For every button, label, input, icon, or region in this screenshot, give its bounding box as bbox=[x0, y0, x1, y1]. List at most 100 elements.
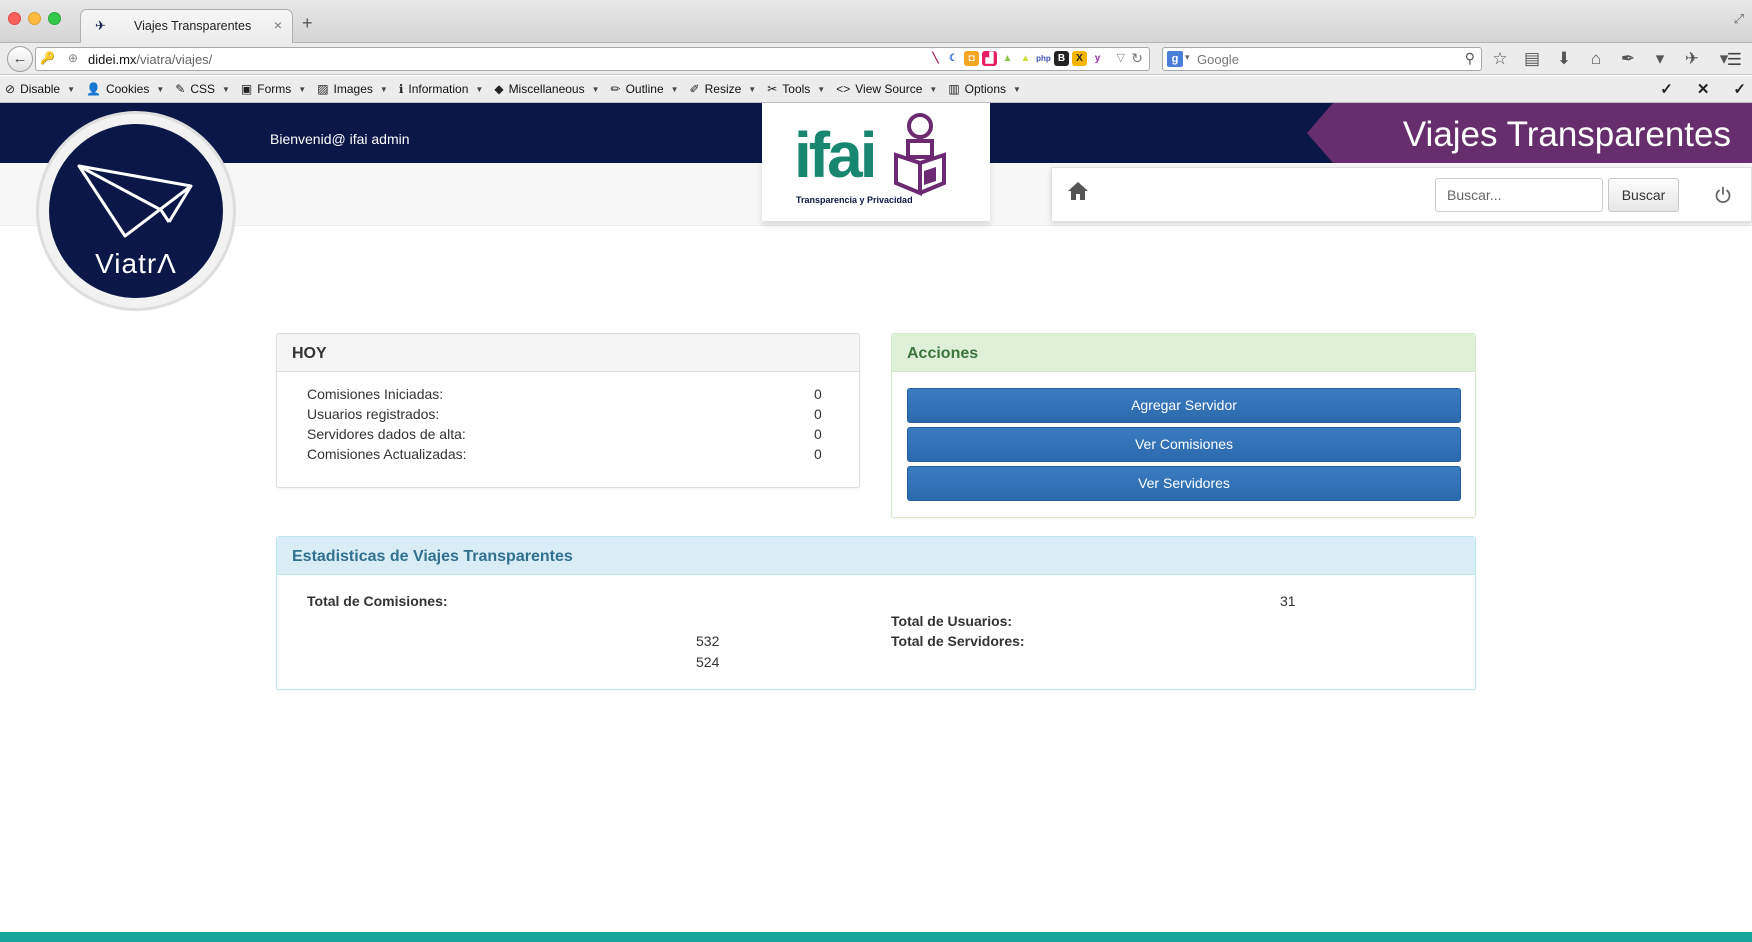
new-tab-button[interactable]: + bbox=[302, 13, 313, 34]
plugin-icon[interactable]: ✈ bbox=[1682, 49, 1702, 69]
brand-banner: Viajes Transparentes bbox=[1307, 103, 1752, 163]
tab-bar: ✈ Viajes Transparentes × + ⤢ bbox=[0, 0, 1752, 43]
view-source-icon: <> bbox=[836, 82, 851, 96]
download-icon[interactable]: ⬇ bbox=[1554, 49, 1574, 69]
hoy-row-value: 0 bbox=[814, 386, 822, 402]
disable-icon: ⊘ bbox=[5, 82, 16, 96]
hoy-row-label: Comisiones Iniciadas: bbox=[307, 386, 444, 402]
close-window-button[interactable] bbox=[8, 12, 21, 25]
dev-menu-label: Images bbox=[333, 82, 373, 96]
hoy-row-label: Servidores dados de alta: bbox=[307, 426, 466, 442]
bookmark-star-icon[interactable]: ☆ bbox=[1490, 49, 1510, 69]
dev-menu-label: View Source bbox=[855, 82, 923, 96]
dev-menu-images[interactable]: ▨ Images ▼ bbox=[317, 82, 388, 96]
tab-close-icon[interactable]: × bbox=[274, 17, 282, 33]
check-icon[interactable]: ✓ bbox=[1733, 80, 1746, 98]
agregar-servidor-button[interactable]: Agregar Servidor bbox=[907, 388, 1461, 423]
dev-menu-forms[interactable]: ▣ Forms ▼ bbox=[241, 82, 306, 96]
minimize-window-button[interactable] bbox=[28, 12, 41, 25]
chevron-down-icon: ▼ bbox=[222, 84, 230, 94]
close-icon[interactable]: ✕ bbox=[1697, 80, 1710, 98]
total-comisiones-label: Total de Comisiones: bbox=[307, 593, 448, 609]
chevron-down-icon: ▼ bbox=[817, 84, 826, 94]
dev-menu-label: Disable bbox=[20, 82, 61, 96]
navigation-bar: ← 🔑 ⊕ didei.mx/viatra/viajes/ ╲ ☾ ◘ ▟ ▲ … bbox=[0, 43, 1752, 75]
viatra-logo[interactable]: ViatrΛ bbox=[36, 111, 236, 311]
address-bar[interactable]: 🔑 ⊕ didei.mx/viatra/viajes/ ╲ ☾ ◘ ▟ ▲ ▲ … bbox=[35, 47, 1150, 71]
dev-menu-label: Options bbox=[964, 82, 1007, 96]
resize-icon: ✐ bbox=[689, 82, 700, 96]
y-icon[interactable]: y bbox=[1090, 51, 1105, 66]
dev-menu-information[interactable]: ℹ Information ▼ bbox=[399, 82, 484, 96]
shield-icon[interactable]: ◘ bbox=[964, 51, 979, 66]
brand-title: Viajes Transparentes bbox=[1402, 115, 1731, 154]
ifai-logo[interactable]: ifai Transparencia y Privacidad bbox=[762, 103, 990, 221]
x-icon[interactable]: X bbox=[1072, 51, 1087, 66]
zoom-window-button[interactable] bbox=[48, 12, 61, 25]
dev-menu-disable[interactable]: ⊘ Disable ▼ bbox=[5, 82, 75, 96]
lock-icon[interactable]: ▲ bbox=[1018, 51, 1033, 66]
dev-menu-css[interactable]: ✎ CSS ▼ bbox=[175, 82, 230, 96]
chevron-down-icon: ▼ bbox=[591, 84, 600, 94]
stat-value: 31 bbox=[1280, 593, 1296, 609]
hoy-row-label: Comisiones Actualizadas: bbox=[307, 446, 467, 462]
information-icon: ℹ bbox=[398, 82, 404, 96]
moon-icon[interactable]: ☾ bbox=[946, 51, 961, 66]
menu-icon[interactable]: ☰ bbox=[1727, 50, 1742, 70]
hoy-row-value: 0 bbox=[814, 406, 822, 422]
bars-icon[interactable]: ▟ bbox=[982, 51, 997, 66]
miscellaneous-icon: ◆ bbox=[494, 82, 504, 96]
reading-list-icon[interactable]: ▤ bbox=[1522, 49, 1542, 69]
options-icon: ▥ bbox=[948, 82, 960, 96]
wrench-icon[interactable]: ✒ bbox=[1618, 49, 1638, 69]
chevron-down-icon: ▼ bbox=[748, 84, 757, 94]
dev-menu-label: Forms bbox=[257, 82, 292, 96]
dev-menu-cookies[interactable]: 👤 Cookies ▼ bbox=[86, 82, 164, 96]
power-icon[interactable] bbox=[1714, 186, 1732, 204]
viatra-logo-circle: ViatrΛ bbox=[49, 124, 223, 298]
wand-icon[interactable]: ╲ bbox=[928, 51, 943, 66]
chevron-down-icon: ▼ bbox=[670, 84, 679, 94]
dev-menu-label: Outline bbox=[625, 82, 664, 96]
dev-menu-outline[interactable]: ✏ Outline ▼ bbox=[611, 82, 679, 96]
welcome-text: Bienvenid@ ifai admin bbox=[270, 131, 410, 147]
search-input[interactable] bbox=[1435, 178, 1603, 212]
estadisticas-panel: Estadisticas de Viajes Transparentes Tot… bbox=[276, 536, 1476, 690]
dev-menu-view-source[interactable]: <> View Source ▼ bbox=[836, 82, 937, 96]
chevron-down-icon[interactable]: ▾ bbox=[1185, 52, 1190, 63]
search-icon[interactable]: ⚲ bbox=[1465, 50, 1475, 67]
tools-icon: ✂ bbox=[767, 82, 778, 96]
reload-icon[interactable]: ↻ bbox=[1131, 50, 1143, 67]
back-button[interactable]: ← bbox=[7, 46, 33, 72]
browser-search-bar[interactable]: g ▾ Google ⚲ bbox=[1162, 47, 1482, 71]
dev-menu-resize[interactable]: ✐ Resize ▼ bbox=[690, 82, 757, 96]
php-icon[interactable]: php bbox=[1036, 51, 1051, 66]
url-dropdown-icon[interactable]: ▽ bbox=[1117, 51, 1125, 64]
chevron-down-icon: ▼ bbox=[929, 84, 938, 94]
ver-servidores-button[interactable]: Ver Servidores bbox=[907, 466, 1461, 501]
ver-comisiones-button[interactable]: Ver Comisiones bbox=[907, 427, 1461, 462]
chevron-down-icon[interactable]: ▾ bbox=[1650, 49, 1670, 69]
check-icon[interactable]: ✓ bbox=[1660, 80, 1673, 98]
total-servidores-label: Total de Servidores: bbox=[891, 633, 1025, 649]
fullscreen-icon[interactable]: ⤢ bbox=[1734, 11, 1744, 27]
chevron-down-icon: ▼ bbox=[379, 84, 388, 94]
tab-viajes-transparentes[interactable]: ✈ Viajes Transparentes × bbox=[80, 9, 293, 43]
google-icon[interactable]: g bbox=[1167, 51, 1183, 67]
css-icon: ✎ bbox=[175, 82, 186, 96]
estadisticas-panel-title: Estadisticas de Viajes Transparentes bbox=[277, 537, 1475, 575]
bold-b-icon[interactable]: B bbox=[1054, 51, 1069, 66]
home-icon[interactable]: ⌂ bbox=[1586, 49, 1606, 69]
url-text[interactable]: didei.mx/viatra/viajes/ bbox=[88, 52, 212, 67]
home-icon[interactable] bbox=[1067, 180, 1089, 202]
dev-menu-tools[interactable]: ✂ Tools ▼ bbox=[767, 82, 825, 96]
viatra-wordmark: ViatrΛ bbox=[95, 248, 177, 279]
dev-menu-options[interactable]: ▥ Options ▼ bbox=[948, 82, 1021, 96]
search-button[interactable]: Buscar bbox=[1608, 178, 1679, 212]
dev-menu-label: Tools bbox=[782, 82, 811, 96]
hoy-row-label: Usuarios registrados: bbox=[307, 406, 440, 422]
page-toolbar: Buscar bbox=[1051, 167, 1752, 222]
dev-menu-miscellaneous[interactable]: ◆ Miscellaneous ▼ bbox=[494, 82, 599, 96]
lock-icon[interactable]: ▲ bbox=[1000, 51, 1015, 66]
favicon-icon: ✈ bbox=[95, 18, 106, 33]
